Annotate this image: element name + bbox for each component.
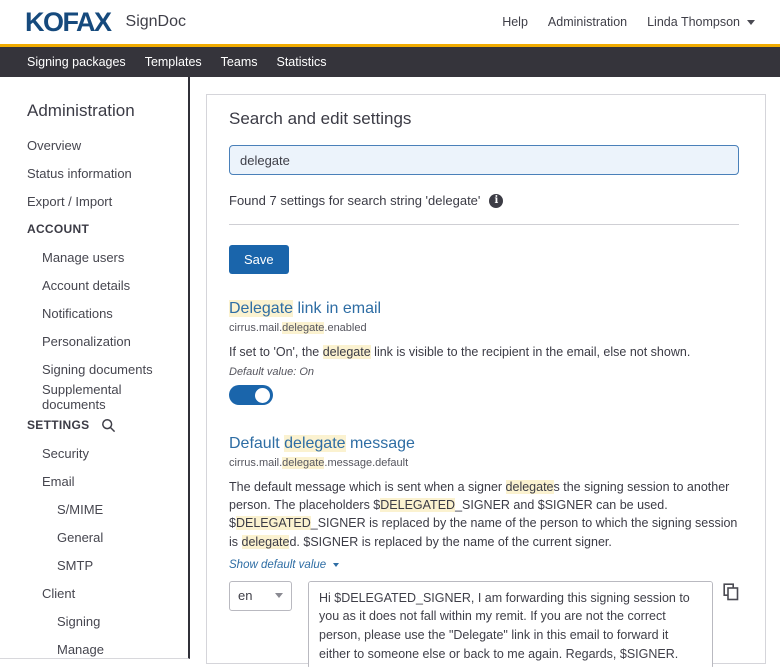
- kofax-logo: KOFAX: [25, 7, 111, 38]
- sidebar-item-account-details[interactable]: Account details: [0, 271, 188, 299]
- product-name: SignDoc: [126, 13, 186, 31]
- language-select[interactable]: en: [229, 581, 292, 611]
- search-result-row: Found 7 settings for search string 'dele…: [229, 193, 739, 208]
- sidebar-item-status-information[interactable]: Status information: [0, 159, 188, 187]
- save-button[interactable]: Save: [229, 245, 289, 274]
- sidebar-section-settings: SETTINGS: [0, 411, 188, 439]
- sidebar-item-notifications[interactable]: Notifications: [0, 299, 188, 327]
- show-default-value-label: Show default value: [229, 559, 326, 571]
- sidebar-item-supplemental-documents[interactable]: Supplemental documents: [0, 383, 188, 411]
- sidebar-item-personalization[interactable]: Personalization: [0, 327, 188, 355]
- sidebar-item-overview[interactable]: Overview: [0, 131, 188, 159]
- settings-search-input[interactable]: [229, 145, 739, 175]
- setting-key: cirrus.mail.delegate.enabled: [229, 322, 739, 334]
- delegate-message-textarea[interactable]: Hi $DELEGATED_SIGNER, I am forwarding th…: [308, 581, 713, 667]
- chevron-down-icon: [333, 563, 339, 567]
- sidebar-title: Administration: [0, 101, 188, 121]
- chevron-down-icon: [275, 593, 283, 598]
- chevron-down-icon: [747, 20, 755, 25]
- user-menu[interactable]: Linda Thompson: [647, 15, 755, 29]
- help-link[interactable]: Help: [502, 15, 528, 29]
- default-value-label: Default value: On: [229, 366, 739, 378]
- sidebar-section-account: ACCOUNT: [0, 215, 188, 243]
- page-title: Search and edit settings: [229, 109, 739, 129]
- sidebar-item-smtp[interactable]: SMTP: [0, 551, 188, 579]
- search-icon[interactable]: [101, 418, 116, 433]
- setting-title[interactable]: Default delegate message: [229, 435, 739, 453]
- info-icon[interactable]: i: [489, 194, 503, 208]
- sidebar-item-security[interactable]: Security: [0, 439, 188, 467]
- nav-teams[interactable]: Teams: [221, 55, 258, 69]
- show-default-value-link[interactable]: Show default value: [229, 559, 339, 571]
- section-divider: [229, 224, 739, 225]
- nav-signing-packages[interactable]: Signing packages: [27, 55, 126, 69]
- settings-panel: Search and edit settings Found 7 setting…: [206, 94, 766, 664]
- sidebar-section-settings-label: SETTINGS: [27, 418, 89, 432]
- setting-default-delegate-message: Default delegate message cirrus.mail.del…: [229, 435, 739, 667]
- admin-sidebar: Administration Overview Status informati…: [0, 77, 190, 659]
- setting-description: If set to 'On', the delegate link is vis…: [229, 343, 739, 361]
- sidebar-item-email[interactable]: Email: [0, 467, 188, 495]
- administration-link[interactable]: Administration: [548, 15, 627, 29]
- app-header: KOFAX SignDoc Help Administration Linda …: [0, 0, 780, 47]
- sidebar-item-client[interactable]: Client: [0, 579, 188, 607]
- setting-key: cirrus.mail.delegate.message.default: [229, 457, 739, 469]
- sidebar-item-export-import[interactable]: Export / Import: [0, 187, 188, 215]
- language-select-value: en: [238, 588, 252, 603]
- search-result-text: Found 7 settings for search string 'dele…: [229, 193, 480, 208]
- delegate-link-toggle[interactable]: [229, 385, 273, 405]
- toggle-knob: [255, 388, 270, 403]
- setting-description: The default message which is sent when a…: [229, 478, 739, 551]
- sidebar-item-signing[interactable]: Signing: [0, 607, 188, 635]
- sidebar-item-general[interactable]: General: [0, 523, 188, 551]
- nav-templates[interactable]: Templates: [145, 55, 202, 69]
- sidebar-item-smime[interactable]: S/MIME: [0, 495, 188, 523]
- copy-icon: [723, 583, 739, 601]
- copy-button[interactable]: [723, 583, 739, 601]
- setting-title[interactable]: Delegate link in email: [229, 300, 739, 318]
- sidebar-item-manage[interactable]: Manage: [0, 635, 188, 663]
- message-editor-row: en Hi $DELEGATED_SIGNER, I am forwarding…: [229, 581, 739, 667]
- page-body: Administration Overview Status informati…: [0, 77, 780, 664]
- setting-delegate-link-in-email: Delegate link in email cirrus.mail.deleg…: [229, 300, 739, 405]
- sidebar-item-signing-documents[interactable]: Signing documents: [0, 355, 188, 383]
- main-navbar: Signing packages Templates Teams Statist…: [0, 47, 780, 77]
- sidebar-item-manage-users[interactable]: Manage users: [0, 243, 188, 271]
- user-name: Linda Thompson: [647, 15, 740, 29]
- nav-statistics[interactable]: Statistics: [277, 55, 327, 69]
- header-links: Help Administration Linda Thompson: [502, 15, 755, 29]
